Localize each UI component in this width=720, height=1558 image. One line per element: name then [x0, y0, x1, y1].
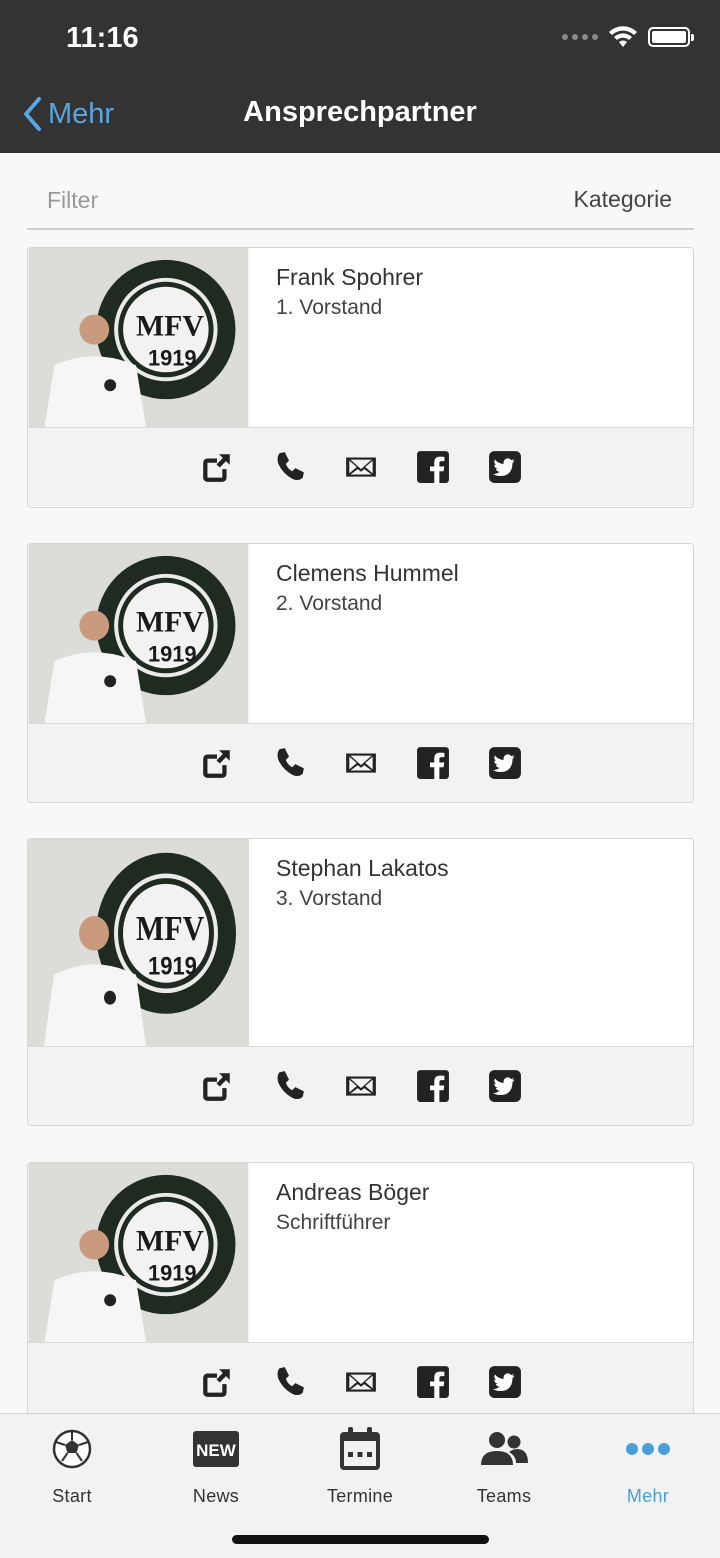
phone-icon[interactable]	[271, 449, 307, 485]
home-indicator[interactable]	[232, 1535, 489, 1544]
wifi-icon	[609, 26, 637, 47]
filter-bar: Kategorie	[27, 172, 694, 230]
filter-input[interactable]	[27, 180, 427, 220]
club-logo-photo	[28, 839, 249, 1046]
twitter-icon[interactable]	[487, 1364, 523, 1400]
contact-name: Andreas Böger	[276, 1179, 430, 1205]
contact-actions	[28, 1342, 693, 1421]
contact-role: 2. Vorstand	[276, 592, 383, 615]
tab-label: News	[192, 1486, 240, 1506]
club-logo-photo	[28, 1163, 249, 1342]
contact-card: Frank Spohrer 1. Vorstand	[27, 247, 694, 508]
status-indicators	[562, 26, 694, 48]
contact-photo	[28, 248, 249, 427]
tab-label: Teams	[476, 1486, 532, 1506]
soccer-ball-icon	[52, 1429, 92, 1469]
contact-actions	[28, 723, 693, 802]
contact-card: Andreas Böger Schriftführer	[27, 1162, 694, 1422]
status-time: 11:16	[66, 22, 139, 54]
more-icon	[626, 1443, 670, 1455]
phone-icon[interactable]	[271, 745, 307, 781]
chevron-left-icon	[24, 97, 41, 131]
facebook-icon[interactable]	[415, 1068, 451, 1104]
category-button[interactable]: Kategorie	[574, 186, 672, 213]
external-link-icon[interactable]	[199, 745, 235, 781]
tab-label: Mehr	[626, 1486, 670, 1506]
mail-icon[interactable]	[343, 449, 379, 485]
calendar-icon	[340, 1427, 380, 1470]
back-button[interactable]: Mehr	[22, 96, 114, 132]
tab-label: Termine	[326, 1486, 394, 1506]
twitter-icon[interactable]	[487, 745, 523, 781]
contact-name: Frank Spohrer	[276, 264, 424, 290]
tab-teams[interactable]: Teams	[432, 1426, 576, 1516]
contact-photo	[28, 1163, 249, 1342]
phone-icon[interactable]	[271, 1068, 307, 1104]
contact-name: Stephan Lakatos	[276, 855, 449, 881]
contact-actions	[28, 1046, 693, 1125]
tab-mehr[interactable]: Mehr	[576, 1426, 720, 1516]
contact-card-header: Stephan Lakatos 3. Vorstand	[28, 839, 693, 1046]
tab-label: Start	[52, 1486, 92, 1506]
contact-photo	[28, 839, 249, 1046]
facebook-icon[interactable]	[415, 1364, 451, 1400]
facebook-icon[interactable]	[415, 745, 451, 781]
contact-actions	[28, 427, 693, 506]
contact-card-header: Andreas Böger Schriftführer	[28, 1163, 693, 1342]
contact-card: Clemens Hummel 2. Vorstand	[27, 543, 694, 803]
external-link-icon[interactable]	[199, 1068, 235, 1104]
external-link-icon[interactable]	[199, 449, 235, 485]
svg-text:NEW: NEW	[196, 1441, 237, 1460]
battery-icon	[648, 27, 694, 47]
mail-icon[interactable]	[343, 1364, 379, 1400]
contact-photo	[28, 544, 249, 723]
tab-news[interactable]: NEW News	[144, 1426, 288, 1516]
cellular-signal-icon	[562, 34, 598, 40]
contact-role: Schriftführer	[276, 1211, 391, 1234]
back-button-label: Mehr	[48, 97, 115, 130]
facebook-icon[interactable]	[415, 449, 451, 485]
teams-icon	[481, 1432, 528, 1465]
external-link-icon[interactable]	[199, 1364, 235, 1400]
phone-icon[interactable]	[271, 1364, 307, 1400]
tab-termine[interactable]: Termine	[288, 1426, 432, 1516]
contact-card: Stephan Lakatos 3. Vorstand	[27, 838, 694, 1126]
twitter-icon[interactable]	[487, 449, 523, 485]
mail-icon[interactable]	[343, 745, 379, 781]
navigation-header: 11:16 Mehr Ansprechpartner	[0, 0, 720, 153]
contact-role: 1. Vorstand	[276, 296, 383, 319]
contact-card-header: Frank Spohrer 1. Vorstand	[28, 248, 693, 427]
contact-name: Clemens Hummel	[276, 560, 459, 586]
contact-role: 3. Vorstand	[276, 887, 383, 910]
mail-icon[interactable]	[343, 1068, 379, 1104]
twitter-icon[interactable]	[487, 1068, 523, 1104]
tab-start[interactable]: Start	[0, 1426, 144, 1516]
contact-card-header: Clemens Hummel 2. Vorstand	[28, 544, 693, 723]
club-logo-photo	[28, 248, 249, 427]
club-logo-photo	[28, 544, 249, 723]
news-icon: NEW	[193, 1431, 239, 1467]
